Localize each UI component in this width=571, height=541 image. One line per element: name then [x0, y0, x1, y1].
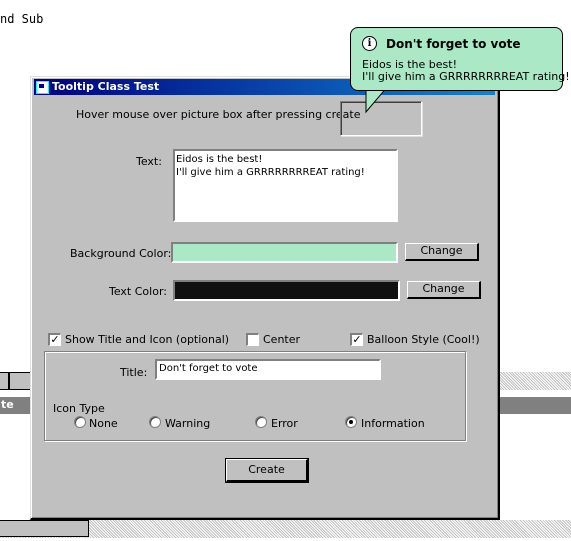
background-color-label: Background Color:: [70, 247, 172, 260]
text-area-line: I'll give him a GRRRRRRRREAT rating!: [176, 167, 365, 178]
hover-instruction-label: Hover mouse over picture box after press…: [76, 108, 361, 121]
background-change-button[interactable]: Change: [405, 243, 479, 261]
icon-error-radio[interactable]: [255, 416, 267, 428]
code-editor-text: nd Sub: [0, 12, 44, 26]
tooltip-test-window: Tooltip Class Test Hover mouse over pict…: [30, 76, 500, 520]
title-label: Title:: [120, 366, 148, 379]
center-label: Center: [263, 333, 301, 346]
create-button[interactable]: Create: [225, 458, 309, 483]
icon-information-label: Information: [361, 417, 425, 430]
balloon-tooltip: i Don't forget to vote Eidos is the best…: [350, 27, 570, 91]
app-icon: [36, 81, 49, 94]
center-checkbox[interactable]: [246, 333, 259, 346]
window-title: Tooltip Class Test: [52, 80, 160, 93]
icon-warning-radio[interactable]: [149, 416, 161, 428]
tooltip-text-area[interactable]: Eidos is the best! I'll give him a GRRRR…: [173, 149, 398, 222]
text-color-label: Text Color:: [109, 285, 167, 298]
text-change-button[interactable]: Change: [407, 281, 481, 299]
background-color-swatch: [171, 242, 398, 263]
icon-error-label: Error: [271, 417, 298, 430]
background-button[interactable]: [9, 372, 31, 390]
icon-none-label: None: [89, 417, 118, 430]
text-color-swatch: [173, 280, 400, 301]
background-title-text: te: [1, 398, 14, 411]
balloon-style-label: Balloon Style (Cool!): [367, 333, 480, 346]
balloon-text-line: I'll give him a GRRRRRRRREAT rating!: [362, 70, 570, 83]
information-icon: i: [362, 36, 377, 51]
icon-warning-label: Warning: [165, 417, 211, 430]
icon-none-radio[interactable]: [74, 416, 86, 428]
icon-type-label: Icon Type: [53, 402, 105, 415]
balloon-style-checkbox[interactable]: ✓: [350, 333, 363, 346]
show-title-label: Show Title and Icon (optional): [65, 333, 230, 346]
title-icon-frame: Title: Don't forget to vote Icon Type No…: [44, 351, 466, 441]
background-button[interactable]: [0, 372, 9, 390]
text-area-line: Eidos is the best!: [176, 154, 263, 165]
balloon-title: Don't forget to vote: [386, 37, 521, 51]
show-title-checkbox[interactable]: ✓: [48, 333, 61, 346]
title-input[interactable]: Don't forget to vote: [155, 359, 381, 380]
text-label: Text:: [136, 155, 162, 168]
icon-information-radio[interactable]: [345, 416, 357, 428]
background-button[interactable]: [0, 520, 89, 537]
